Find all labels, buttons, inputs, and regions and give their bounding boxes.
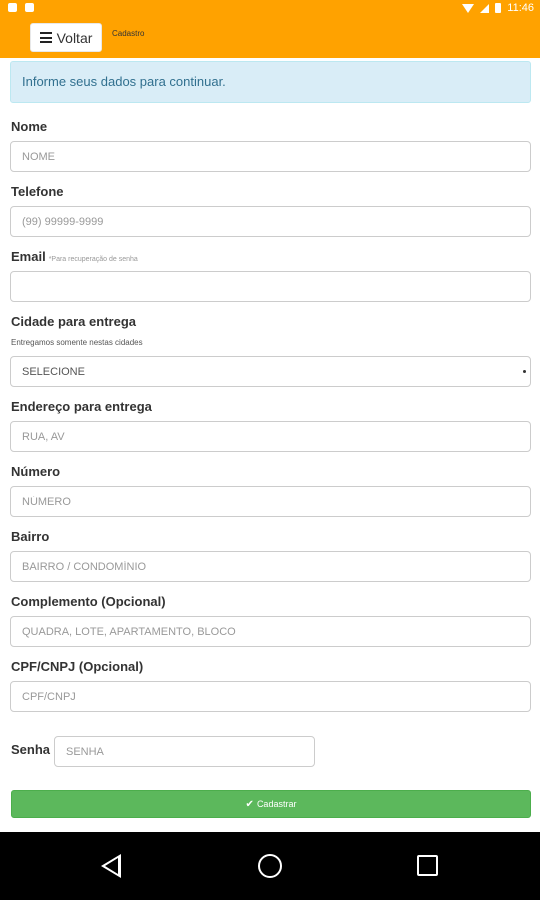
dropdown-icon — [523, 370, 526, 373]
wifi-icon — [462, 3, 475, 13]
cidade-select[interactable]: SELECIONE — [10, 356, 531, 387]
nav-back-icon[interactable] — [101, 854, 121, 878]
system-nav-bar — [0, 832, 540, 900]
nome-label: Nome — [11, 119, 48, 134]
page-title: Cadastro — [112, 29, 145, 38]
info-alert: Informe seus dados para continuar. — [10, 61, 531, 103]
nav-recent-apps-icon[interactable] — [417, 855, 438, 876]
status-bar: 11:46 — [0, 0, 540, 18]
nome-input[interactable] — [10, 141, 531, 172]
email-input[interactable] — [10, 271, 531, 302]
endereco-label: Endereço para entrega — [11, 399, 152, 414]
cadastrar-button-label: Cadastrar — [256, 799, 297, 809]
bairro-input[interactable] — [10, 551, 531, 582]
email-label-row: Email *Para recuperação de senha — [11, 249, 138, 264]
notification-icon — [8, 3, 17, 12]
telefone-input[interactable] — [10, 206, 531, 237]
cidade-hint: Entregamos somente nestas cidades — [11, 338, 143, 347]
complemento-input[interactable] — [10, 616, 531, 647]
email-label: Email — [11, 249, 46, 264]
status-time: 11:46 — [507, 2, 534, 14]
cpf-input[interactable] — [10, 681, 531, 712]
battery-icon — [495, 3, 502, 13]
notification-icon-2 — [25, 3, 34, 12]
senha-input[interactable] — [54, 736, 315, 767]
back-button[interactable]: Voltar — [30, 23, 102, 52]
cidade-select-value: SELECIONE — [22, 365, 85, 378]
cpf-label: CPF/CNPJ (Opcional) — [11, 659, 144, 674]
senha-label: Senha — [11, 742, 51, 757]
email-hint: *Para recuperação de senha — [48, 256, 138, 263]
cadastrar-button[interactable]: ✔ Cadastrar — [11, 790, 531, 818]
signal-icon — [480, 3, 490, 13]
back-button-label: Voltar — [56, 29, 93, 46]
telefone-label: Telefone — [11, 184, 64, 199]
nav-home-icon[interactable] — [258, 854, 282, 878]
numero-label: Número — [11, 464, 61, 479]
complemento-label: Complemento (Opcional) — [11, 594, 166, 609]
numero-input[interactable] — [10, 486, 531, 517]
check-icon: ✔ — [245, 798, 254, 810]
menu-icon — [39, 32, 52, 43]
endereco-input[interactable] — [10, 421, 531, 452]
cidade-label: Cidade para entrega — [11, 314, 136, 329]
bairro-label: Bairro — [11, 529, 50, 544]
app-bar: Voltar Cadastro — [0, 18, 540, 58]
